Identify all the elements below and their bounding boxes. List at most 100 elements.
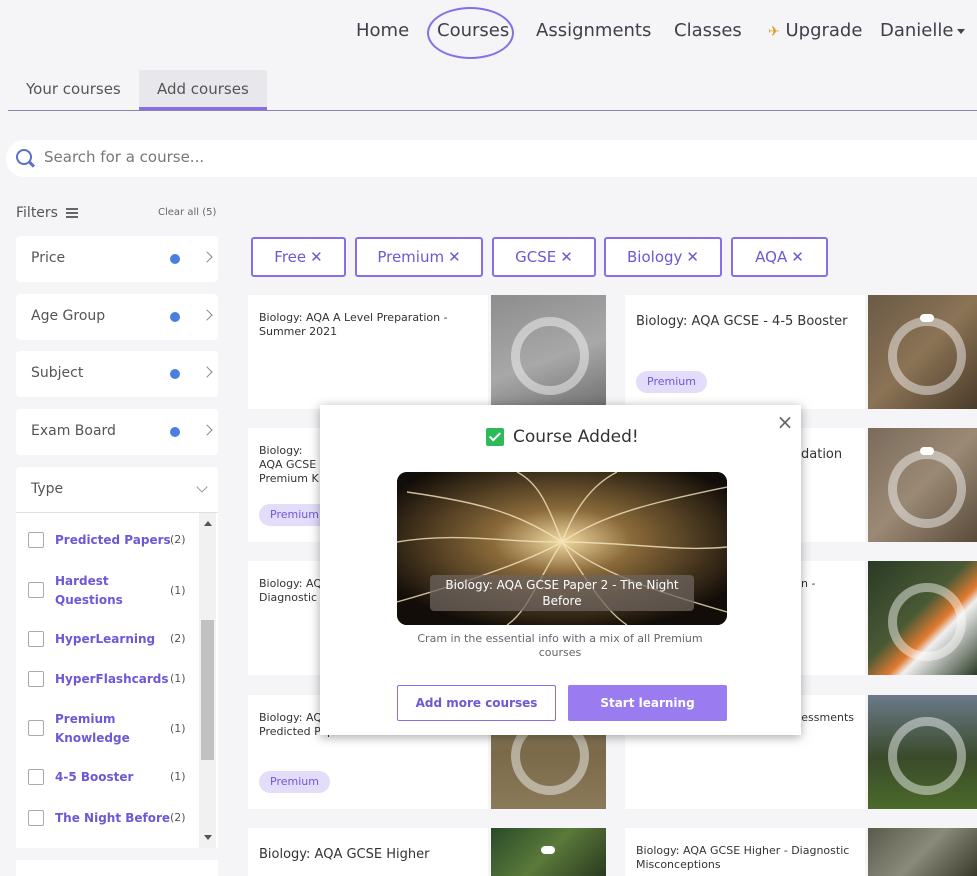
filter-subject[interactable]: Subject [16, 351, 218, 397]
close-icon[interactable]: × [774, 411, 796, 433]
course-card[interactable]: Biology: AQA GCSE Higher [248, 828, 488, 876]
chip-premium[interactable]: Premium ✕ [355, 237, 483, 277]
course-card[interactable]: Biology: AQA A Level Preparation - Summe… [248, 295, 488, 409]
type-option-count: (2) [170, 632, 186, 645]
chevron-down-icon [196, 481, 208, 493]
course-description: Cram in the essential info with a mix of… [417, 632, 703, 659]
user-menu[interactable]: Danielle [880, 20, 966, 41]
scroll-down-arrow-icon[interactable] [204, 835, 212, 840]
tab-add-courses[interactable]: Add courses [139, 70, 267, 110]
filter-label: Price [31, 250, 66, 266]
modal-title: Course Added! [513, 427, 639, 447]
filter-age-group[interactable]: Age Group [16, 294, 218, 340]
chip-free[interactable]: Free ✕ [251, 237, 346, 277]
nav-home[interactable]: Home [356, 20, 409, 41]
type-option-label: Hardest Questions [55, 574, 123, 607]
filter-type[interactable]: Type [16, 467, 218, 513]
close-icon[interactable]: ✕ [686, 248, 699, 266]
type-option-count: (1) [170, 770, 186, 783]
chip-gcse[interactable]: GCSE ✕ [492, 237, 596, 277]
progress-marker-icon [920, 447, 934, 455]
checkbox[interactable] [28, 582, 44, 598]
chip-biology[interactable]: Biology ✕ [604, 237, 722, 277]
nav-upgrade[interactable]: ✈ Upgrade [768, 20, 862, 41]
filter-next-group[interactable] [16, 860, 218, 876]
type-option-count: (1) [170, 722, 186, 735]
chevron-right-icon [201, 424, 213, 436]
course-image: Biology: AQA GCSE Paper 2 - The Night Be… [397, 472, 727, 625]
filter-price[interactable]: Price [16, 236, 218, 282]
nav-courses[interactable]: Courses [437, 20, 509, 41]
chip-label: AQA [755, 248, 788, 266]
filter-label: Type [31, 481, 64, 497]
checkbox[interactable] [28, 532, 44, 548]
close-icon[interactable]: ✕ [448, 248, 461, 266]
course-thumbnail[interactable] [491, 828, 606, 876]
course-title: Biology: AQA GCSE Higher [259, 847, 430, 862]
type-option-label: HyperLearning [55, 632, 156, 646]
course-tabs: Your courses Add courses [8, 70, 977, 111]
nav-classes[interactable]: Classes [674, 20, 742, 41]
scroll-thumb[interactable] [201, 620, 214, 760]
course-card[interactable]: Biology: AQA GCSE - 4-5 Booster Premium [625, 295, 865, 409]
type-option-count: (1) [170, 584, 186, 597]
close-icon[interactable]: ✕ [791, 248, 804, 266]
filter-label: Age Group [31, 308, 106, 324]
course-thumbnail[interactable] [868, 295, 977, 409]
type-list-scrollbar[interactable] [199, 513, 216, 848]
progress-ring-icon [511, 317, 589, 395]
course-card[interactable]: Biology: AQA GCSE Higher - Diagnostic Mi… [625, 828, 865, 876]
chip-label: GCSE [515, 248, 557, 266]
add-more-courses-button[interactable]: Add more courses [397, 685, 556, 721]
nav-upgrade-label: Upgrade [785, 20, 863, 41]
course-name-caption: Biology: AQA GCSE Paper 2 - The Night Be… [430, 575, 694, 611]
close-icon[interactable]: ✕ [310, 248, 323, 266]
type-option-label: The Night Before [55, 811, 171, 825]
search-input[interactable] [44, 148, 944, 166]
close-icon[interactable]: ✕ [560, 248, 573, 266]
checkbox[interactable] [28, 671, 44, 687]
filters-label: Filters [16, 205, 58, 221]
sliders-icon [66, 208, 78, 218]
type-option-label: 4-5 Booster [55, 770, 134, 784]
course-thumbnail[interactable] [491, 295, 606, 409]
progress-ring-icon [888, 583, 966, 661]
course-thumbnail[interactable] [868, 828, 977, 876]
checkbox-checked-icon [486, 428, 504, 446]
clear-all-link[interactable]: Clear all (5) [158, 207, 216, 218]
filter-label: Subject [31, 365, 84, 381]
filter-exam-board[interactable]: Exam Board [16, 409, 218, 455]
chevron-right-icon [201, 309, 213, 321]
checkbox[interactable] [28, 720, 44, 736]
checkbox[interactable] [28, 810, 44, 826]
course-title: Biology: AQA A Level Preparation - Summe… [259, 311, 448, 338]
scroll-up-arrow-icon[interactable] [204, 521, 212, 526]
type-option-label: HyperFlashcards [55, 672, 169, 686]
course-title: Biology: AQ Diagnostic [259, 577, 323, 604]
type-option-count: (2) [170, 533, 186, 546]
type-option-label: Premium Knowledge [55, 712, 130, 745]
progress-marker-icon [920, 314, 934, 322]
active-dot-icon [170, 427, 180, 437]
type-option-count: (1) [170, 672, 186, 685]
progress-ring-icon [888, 317, 966, 395]
tab-your-courses[interactable]: Your courses [8, 70, 139, 110]
nav-assignments[interactable]: Assignments [536, 20, 651, 41]
progress-marker-icon [541, 846, 555, 854]
search-icon [16, 149, 32, 165]
chip-aqa[interactable]: AQA ✕ [731, 237, 828, 277]
checkbox[interactable] [28, 769, 44, 785]
course-thumbnail[interactable] [868, 428, 977, 542]
course-thumbnail[interactable] [868, 561, 977, 675]
start-learning-button[interactable]: Start learning [568, 685, 727, 721]
premium-badge: Premium [636, 371, 707, 393]
chip-label: Free [274, 248, 307, 266]
progress-ring-icon [888, 450, 966, 528]
chevron-right-icon [201, 366, 213, 378]
user-name: Danielle [880, 20, 954, 41]
course-title: Biology: AQA GCSE Higher - Diagnostic Mi… [636, 844, 850, 871]
course-thumbnail[interactable] [868, 695, 977, 809]
checkbox[interactable] [28, 631, 44, 647]
search-bar [6, 140, 977, 177]
rocket-icon: ✈ [768, 24, 780, 40]
